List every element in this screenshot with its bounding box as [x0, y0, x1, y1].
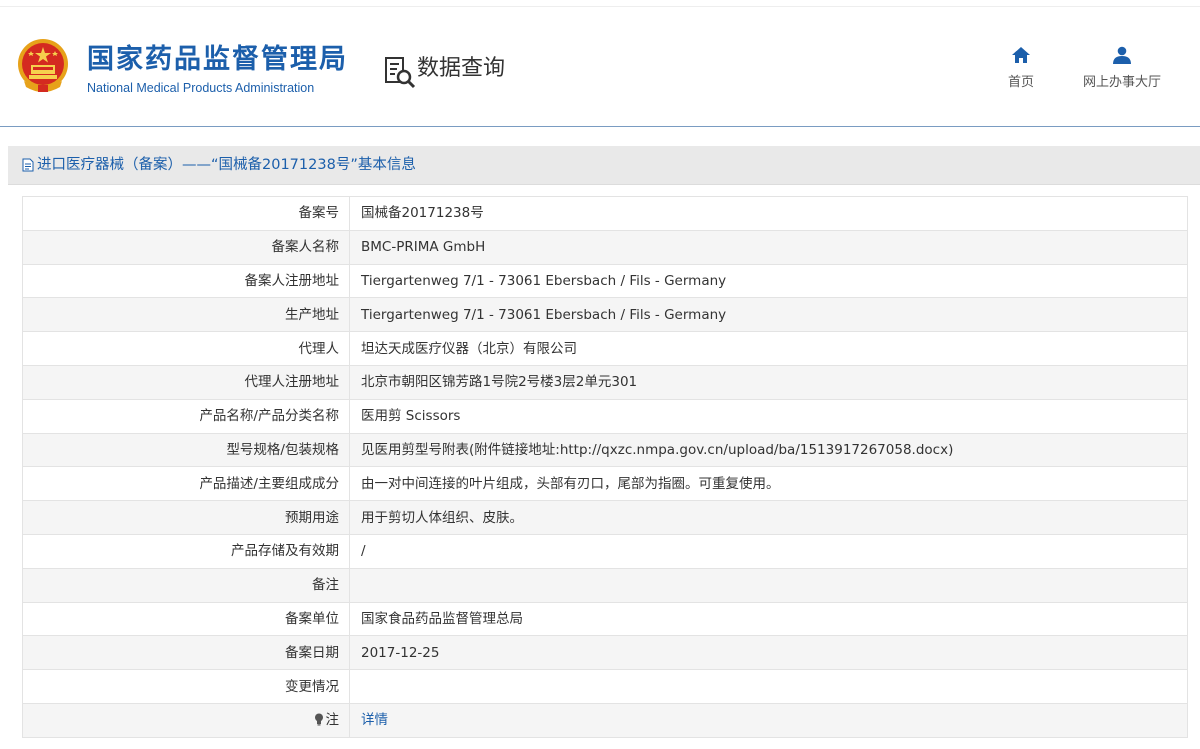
field-label: 变更情况 [22, 669, 350, 704]
record-title: 进口医疗器械（备案）——“国械备20171238号”基本信息 [37, 157, 416, 173]
national-emblem-logo [18, 39, 68, 92]
field-label: 代理人注册地址 [22, 364, 350, 400]
table-row: 生产地址 Tiergartenweg 7/1 - 73061 Ebersbach … [22, 297, 1188, 333]
field-value: 见医用剪型号附表(附件链接地址:http://qxzc.nmpa.gov.cn/… [349, 432, 1188, 468]
user-icon [1113, 46, 1131, 64]
table-row: 备案人注册地址 Tiergartenweg 7/1 - 73061 Ebersba… [22, 263, 1188, 299]
record-title-bar: 进口医疗器械（备案）——“国械备20171238号”基本信息 [8, 146, 1200, 185]
field-value: 国械备20171238号 [349, 196, 1188, 231]
nav-home[interactable]: 首页 [996, 46, 1046, 90]
document-icon [22, 158, 34, 172]
field-value: / [349, 533, 1188, 569]
field-label: 备案人注册地址 [22, 263, 350, 299]
field-label: 代理人 [22, 331, 350, 366]
table-row: 备案人名称 BMC-PRIMA GmbH [22, 229, 1188, 265]
table-row: 备案日期 2017-12-25 [22, 635, 1188, 671]
field-value [349, 567, 1188, 603]
nav-home-label: 首页 [1007, 75, 1034, 90]
lightbulb-icon [314, 713, 323, 726]
table-row: 型号规格/包装规格 见医用剪型号附表(附件链接地址:http://qxzc.nmp… [22, 432, 1188, 468]
note-value-cell: 详情 [349, 702, 1188, 738]
table-row: 代理人注册地址 北京市朝阳区锦芳路1号院2号楼3层2单元301 [22, 364, 1188, 400]
field-label: 备案日期 [22, 635, 350, 671]
field-label: 备案号 [22, 196, 350, 231]
data-query-title: 数据查询 [417, 56, 506, 81]
field-label: 备注 [22, 567, 350, 603]
field-label: 产品存储及有效期 [22, 533, 350, 569]
org-name-en: National Medical Products Administration [87, 81, 315, 95]
field-value [349, 669, 1188, 704]
field-label: 预期用途 [22, 500, 350, 535]
field-value: 北京市朝阳区锦芳路1号院2号楼3层2单元301 [349, 364, 1188, 400]
field-value: 2017-12-25 [349, 635, 1188, 671]
field-value: Tiergartenweg 7/1 - 73061 Ebersbach / Fi… [349, 297, 1188, 333]
table-row: 备注 [22, 567, 1188, 603]
home-icon [1012, 47, 1030, 63]
nav-online-service-hall-label: 网上办事大厅 [1082, 75, 1161, 90]
record-info-table: 备案号 国械备20171238号 备案人名称 BMC-PRIMA GmbH 备案人注… [22, 196, 1188, 738]
site-header: 国家药品监督管理局 National Medical Products Admi… [0, 0, 1200, 127]
table-row: 预期用途 用于剪切人体组织、皮肤。 [22, 500, 1188, 535]
table-row: 产品存储及有效期 / [22, 533, 1188, 569]
field-label: 备案单位 [22, 601, 350, 637]
field-label: 产品名称/产品分类名称 [22, 398, 350, 434]
table-row: 备案号 国械备20171238号 [22, 196, 1188, 231]
table-row: 注 详情 [22, 702, 1188, 738]
table-row: 产品名称/产品分类名称 医用剪 Scissors [22, 398, 1188, 434]
data-query-icon [385, 57, 416, 89]
field-value: 由一对中间连接的叶片组成，头部有刃口，尾部为指圈。可重复使用。 [349, 466, 1188, 502]
field-label: 生产地址 [22, 297, 350, 333]
table-row: 代理人 坦达天成医疗仪器（北京）有限公司 [22, 331, 1188, 366]
header-top-divider [0, 6, 1200, 7]
field-value: BMC-PRIMA GmbH [349, 229, 1188, 265]
details-link[interactable]: 详情 [361, 712, 388, 728]
org-name-cn: 国家药品监督管理局 [87, 44, 348, 75]
table-row: 备案单位 国家食品药品监督管理总局 [22, 601, 1188, 637]
field-value: 用于剪切人体组织、皮肤。 [349, 500, 1188, 535]
field-label: 型号规格/包装规格 [22, 432, 350, 468]
nav-online-service-hall[interactable]: 网上办事大厅 [1072, 46, 1172, 90]
field-value: 国家食品药品监督管理总局 [349, 601, 1188, 637]
field-label: 备案人名称 [22, 229, 350, 265]
note-label-cell: 注 [22, 702, 350, 738]
table-row: 产品描述/主要组成成分 由一对中间连接的叶片组成，头部有刃口，尾部为指圈。可重复使… [22, 466, 1188, 502]
field-value: 医用剪 Scissors [349, 398, 1188, 434]
table-row: 变更情况 [22, 669, 1188, 704]
field-value: Tiergartenweg 7/1 - 73061 Ebersbach / Fi… [349, 263, 1188, 299]
field-label: 产品描述/主要组成成分 [22, 466, 350, 502]
field-value: 坦达天成医疗仪器（北京）有限公司 [349, 331, 1188, 366]
note-label: 注 [325, 712, 340, 729]
